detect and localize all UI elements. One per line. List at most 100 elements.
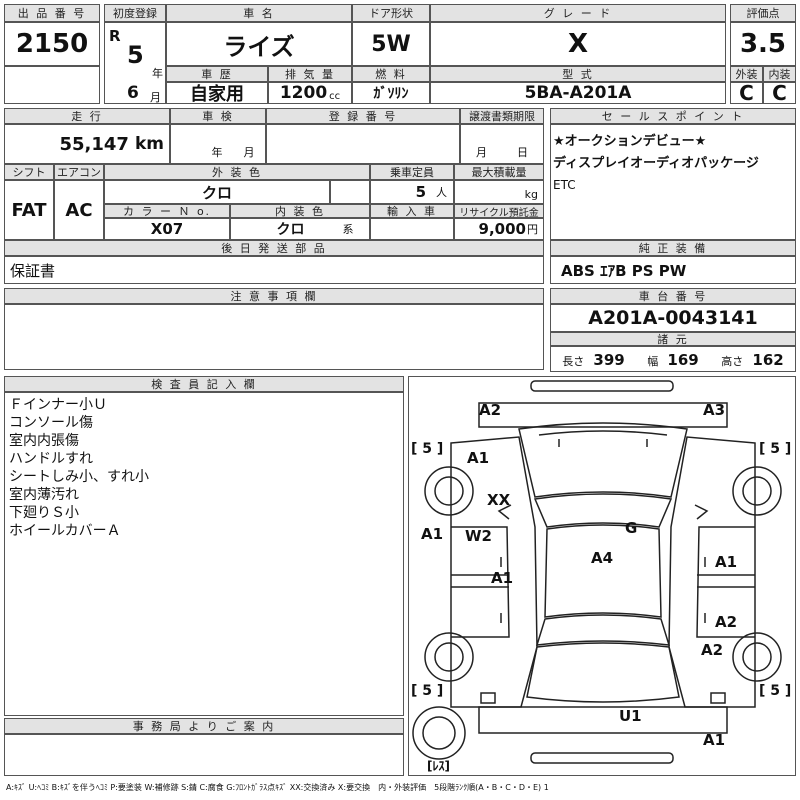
dims-row: 長さ 399 幅 169 高さ 162 <box>550 346 796 372</box>
reg-year: 5 <box>127 41 144 69</box>
import-header: 輸 入 車 <box>370 204 454 218</box>
int-color-header: 内 装 色 <box>230 204 370 218</box>
inspection-year-unit: 年 <box>211 146 223 159</box>
inspection-box: 年 月 <box>170 124 266 164</box>
inspector-header: 検 査 員 記 入 欄 <box>4 376 404 392</box>
reg-era: R <box>109 27 121 45</box>
shift-header: シフト <box>4 164 54 180</box>
score: 3.5 <box>730 22 796 66</box>
reg-box: R 5 年 6 月 <box>104 22 166 104</box>
inspector-line-4: ハンドルすれ <box>9 451 93 467</box>
plate-box <box>266 124 460 164</box>
transfer-box: 月 日 <box>460 124 544 164</box>
plate-header: 登 録 番 号 <box>266 108 460 124</box>
damage-mark: A1 <box>715 553 738 571</box>
max-load-unit: kg <box>524 188 538 201</box>
width-value: 169 <box>667 350 699 369</box>
office-body <box>4 734 404 776</box>
inspector-line-2: コンソール傷 <box>9 415 93 431</box>
chassis-header: 車 台 番 号 <box>550 288 796 304</box>
damage-mark: XX <box>487 491 511 509</box>
damage-mark: A2 <box>479 401 502 419</box>
reg-header: 初度登録 <box>104 4 166 22</box>
height-label: 高さ <box>721 354 744 368</box>
damage-mark: A1 <box>467 449 490 467</box>
inspector-block: 検 査 員 記 入 欄 Ｆインナー小Ｕ コンソール傷 室内内張傷 ハンドルすれ … <box>4 376 404 716</box>
capacity-value: 5 <box>415 183 426 201</box>
int-grade: C <box>763 82 796 104</box>
length-value: 399 <box>593 350 625 369</box>
fuel-header: 燃 料 <box>352 66 430 82</box>
mileage-unit: km <box>134 134 164 154</box>
sales-point-body: ★オークションデビュー★ ディスプレイオーディオパッケージ ETC <box>550 124 796 240</box>
transfer-day-unit: 日 <box>517 146 528 159</box>
ext-grade: C <box>730 82 763 104</box>
inspector-line-1: Ｆインナー小Ｕ <box>9 397 107 413</box>
mileage: 55,147 km <box>4 124 170 164</box>
chassis-number: A201A-0043141 <box>550 304 796 332</box>
inspector-line-7: 下廻りＳ小 <box>9 505 79 521</box>
door-type: 5W <box>352 22 430 66</box>
int-grade-header: 内装 <box>763 66 796 82</box>
color-no-header: カ ラ ー Ｎ o. <box>104 204 230 218</box>
damage-mark: G <box>625 519 638 537</box>
max-load-header: 最大積載量 <box>454 164 544 180</box>
recycle-header: リサイクル預託金 <box>454 204 544 218</box>
import-box <box>370 218 454 240</box>
capacity-unit: 人 <box>436 186 447 199</box>
genuine: ABS ｴｱB PS PW <box>550 256 796 284</box>
damage-mark: A2 <box>715 613 738 631</box>
notes-header: 注 意 事 項 欄 <box>4 288 544 304</box>
car-outline <box>412 380 782 764</box>
capacity: 5 人 <box>370 180 454 204</box>
tire-rear-left-tread: [ 5 ] <box>411 683 444 699</box>
damage-mark: U1 <box>619 707 642 725</box>
recycle: 9,000 円 <box>454 218 544 240</box>
height-value: 162 <box>752 350 784 369</box>
chassis-block: 車 台 番 号 A201A-0043141 諸 元 長さ 399 幅 169 高… <box>550 288 796 372</box>
reg-month-unit: 月 <box>150 91 161 104</box>
int-color-unit: 系 <box>342 223 354 236</box>
width-label: 幅 <box>647 354 659 368</box>
notes-block: 注 意 事 項 欄 <box>4 288 544 370</box>
transfer-header: 譲渡書類期限 <box>460 108 544 124</box>
model-code-header: 型 式 <box>430 66 726 82</box>
tire-front-left-tread: [ 5 ] <box>411 441 444 457</box>
vehicle-header-block: 出 品 番 号 2150 初度登録 R 5 年 6 月 車 名 ライズ ドア形状… <box>4 4 796 104</box>
grade: X <box>430 22 726 66</box>
transfer-month-unit: 月 <box>476 146 487 159</box>
ext-color-blank <box>330 180 370 204</box>
damage-mark: A2 <box>701 641 724 659</box>
damage-mark: A1 <box>491 569 514 587</box>
aircon-header: エアコン <box>54 164 104 180</box>
reg-month: 6 <box>127 83 139 103</box>
grade-header: グ レ ー ド <box>430 4 726 22</box>
displacement-value: 1200 <box>279 83 328 103</box>
max-load: kg <box>454 180 544 204</box>
reg-year-unit: 年 <box>152 67 163 80</box>
int-color-value: クロ <box>276 222 305 238</box>
color-no: X07 <box>104 218 230 240</box>
legend: A:ｷｽﾞ U:ﾍｺﾐ B:ｷｽﾞを伴うﾍｺﾐ P:要塗装 W:補修跡 S:錆 … <box>6 783 549 792</box>
fuel: ｶﾞｿﾘﾝ <box>352 82 430 104</box>
inspector-line-8: ホイールカバーＡ <box>9 523 121 539</box>
recycle-unit: 円 <box>527 223 538 236</box>
sales-point-block: セ ー ル ス ポ イ ン ト ★オークションデビュー★ ディスプレイオーディオ… <box>550 108 796 284</box>
damage-mark: A1 <box>421 525 444 543</box>
lot-number: 2150 <box>4 22 100 66</box>
damage-diagram: [ 5 ] [ 5 ] [ 5 ] [ 5 ] [ﾚｽ] A2 A3 A1 XX… <box>408 376 796 776</box>
shift: FAT <box>4 180 54 240</box>
model-code: 5BA-A201A <box>430 82 726 104</box>
mileage-value: 55,147 <box>59 133 129 155</box>
aircon: AC <box>54 180 104 240</box>
int-color: クロ 系 <box>230 218 370 240</box>
sales-point-line-3: ETC <box>553 178 576 192</box>
office-header: 事 務 局 よ り ご 案 内 <box>4 718 404 734</box>
length-label: 長さ <box>562 354 585 368</box>
damage-mark: A3 <box>703 401 726 419</box>
tire-rear-right-tread: [ 5 ] <box>759 683 792 699</box>
ext-color-header: 外 装 色 <box>104 164 370 180</box>
notes-body <box>4 304 544 370</box>
office-block: 事 務 局 よ り ご 案 内 <box>4 718 404 776</box>
history-header: 車 歴 <box>166 66 268 82</box>
